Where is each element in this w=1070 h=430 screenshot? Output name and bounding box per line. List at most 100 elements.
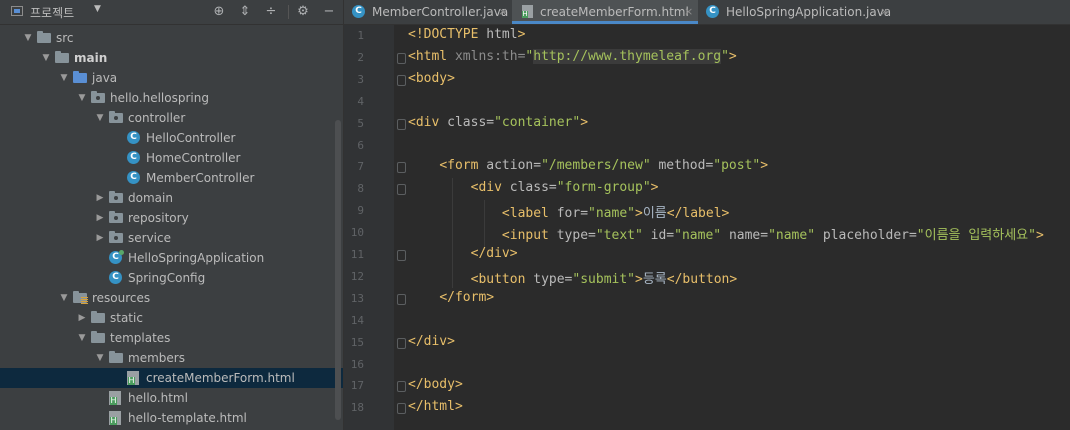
editor-tab-hellospringapplication-java[interactable]: C HelloSpringApplication.java × — [698, 0, 894, 24]
tree-item-resources[interactable]: ▼ resources — [0, 288, 343, 308]
chevron-right-icon[interactable]: ▶ — [76, 308, 88, 328]
fold-marker-icon[interactable] — [397, 337, 406, 349]
chevron-right-icon[interactable]: ▶ — [94, 208, 106, 228]
chevron-down-icon[interactable]: ▼ — [94, 108, 106, 128]
collapse-all-icon[interactable]: ÷ — [262, 3, 280, 21]
code-line: <form action="/members/new" method="post… — [408, 158, 768, 173]
line-number: 9 — [357, 204, 364, 218]
folder-icon — [55, 51, 69, 63]
fold-marker-icon[interactable] — [397, 250, 406, 261]
hide-panel-icon[interactable]: − — [320, 3, 338, 21]
line-number-gutter: 1 2 3 4 5 6 7 8 9 10 11 12 13 14 15 16 17 18 — [344, 25, 394, 430]
tree-item-hellospringapplication[interactable]: C HelloSpringApplication — [0, 248, 343, 268]
line-number: 17 — [350, 379, 364, 393]
expand-all-icon[interactable]: ⇕ — [236, 3, 254, 21]
tree-item-static[interactable]: ▶ static — [0, 308, 343, 328]
tree-item-label: resources — [92, 291, 151, 305]
tree-item-templates[interactable]: ▼ templates — [0, 328, 343, 348]
tree-item-label: HelloController — [146, 131, 236, 145]
tab-label: MemberController.java — [372, 5, 509, 19]
chevron-down-icon[interactable]: ▼ — [58, 68, 70, 88]
code-line: <body> — [408, 71, 455, 86]
code-token-tag: > — [1035, 228, 1044, 244]
tree-item-label: members — [128, 351, 185, 365]
tree-item-creatememberform-html[interactable]: createMemberForm.html — [0, 368, 343, 388]
chevron-down-icon[interactable]: ▼ — [76, 88, 88, 108]
chevron-down-icon[interactable]: ▼ — [58, 288, 70, 308]
code-token-attr: type= — [556, 228, 596, 244]
chevron-right-icon[interactable]: ▶ — [94, 188, 106, 208]
gear-icon[interactable]: ⚙ — [294, 3, 312, 21]
tree-item-label: src — [56, 31, 74, 45]
code-token-str: "post" — [713, 158, 761, 174]
chevron-down-icon[interactable]: ▼ — [94, 348, 106, 368]
fold-marker-icon[interactable] — [397, 184, 406, 196]
code-token-tag: </html> — [408, 399, 463, 415]
folder-icon — [91, 331, 105, 343]
chevron-right-icon[interactable]: ▶ — [94, 228, 106, 248]
tree-item-members[interactable]: ▼ members — [0, 348, 343, 368]
code-token-attr: html — [486, 27, 518, 42]
chevron-down-icon[interactable]: ▼ — [94, 4, 101, 14]
tree-item-label: templates — [110, 331, 171, 345]
fold-marker-icon[interactable] — [397, 293, 406, 305]
line-number: 6 — [357, 138, 364, 152]
close-icon[interactable]: × — [498, 0, 507, 24]
code-line: </form> — [408, 290, 494, 305]
code-token-tag: > — [635, 271, 643, 287]
tree-item-controller[interactable]: ▼ controller — [0, 108, 343, 128]
code-token-txt: 등록 — [642, 271, 667, 287]
editor-tab-creatememberform-html[interactable]: createMemberForm.html× — [512, 0, 698, 24]
tree-item-hello-template-html[interactable]: hello-template.html — [0, 408, 343, 428]
line-number: 16 — [350, 357, 364, 371]
tree-item-homecontroller[interactable]: C HomeController — [0, 148, 343, 168]
fold-marker-icon[interactable] — [397, 74, 406, 86]
project-scrollbar[interactable] — [335, 120, 341, 420]
project-panel-title[interactable]: 프로젝트 — [30, 4, 74, 21]
code-token-tag: > — [760, 158, 769, 174]
tree-item-springconfig[interactable]: C SpringConfig — [0, 268, 343, 288]
tree-item-repository[interactable]: ▶ repository — [0, 208, 343, 228]
code-line: <!DOCTYPE html> — [408, 27, 525, 42]
code-token-dim: xmlns:th= — [454, 48, 526, 64]
code-line: <input type="text" id="name" name="name"… — [408, 224, 1044, 243]
tree-item-domain[interactable]: ▶ domain — [0, 188, 343, 208]
tree-item-membercontroller[interactable]: C MemberController — [0, 168, 343, 188]
code-token-txt: 이름 — [642, 206, 667, 222]
tree-item-service[interactable]: ▶ service — [0, 228, 343, 248]
tree-item-label: HomeController — [146, 151, 241, 165]
fold-marker-icon[interactable] — [397, 403, 406, 415]
line-number: 5 — [357, 116, 364, 130]
editor-tab-membercontroller-java[interactable]: C MemberController.java × — [344, 0, 512, 24]
code-token-str: "text" — [595, 228, 651, 244]
tree-item-src[interactable]: ▼ src — [0, 28, 343, 48]
tree-item-java[interactable]: ▼ java — [0, 68, 343, 88]
locate-target-icon[interactable]: ⊕ — [210, 3, 228, 21]
fold-marker-icon[interactable] — [397, 118, 406, 130]
code-token-str: "/members/new" — [541, 158, 659, 174]
fold-marker-icon[interactable] — [397, 381, 406, 393]
chevron-down-icon[interactable]: ▼ — [22, 28, 34, 48]
code-token-tag: </div> — [408, 333, 455, 349]
chevron-down-icon[interactable]: ▼ — [40, 48, 52, 68]
java-class-icon: C — [352, 5, 365, 18]
code-token-attr: for= — [556, 206, 589, 222]
line-number: 4 — [357, 94, 364, 108]
code-token-str: "submit" — [572, 271, 636, 287]
chevron-down-icon[interactable]: ▼ — [76, 328, 88, 348]
tree-item-hello-hellospring[interactable]: ▼ hello.hellospring — [0, 88, 343, 108]
close-icon[interactable]: × — [880, 0, 889, 24]
tab-label: createMemberForm.html — [540, 5, 689, 19]
fold-marker-icon[interactable] — [397, 162, 406, 174]
tree-item-hellocontroller[interactable]: C HelloController — [0, 128, 343, 148]
tree-item-hello-html[interactable]: hello.html — [0, 388, 343, 408]
java-class-icon: C — [109, 271, 122, 284]
code-token-str: " — [721, 48, 729, 64]
close-icon[interactable]: × — [684, 0, 693, 24]
fold-marker-icon[interactable] — [397, 52, 406, 64]
tree-item-main[interactable]: ▼ main — [0, 48, 343, 68]
line-number: 12 — [350, 269, 364, 283]
